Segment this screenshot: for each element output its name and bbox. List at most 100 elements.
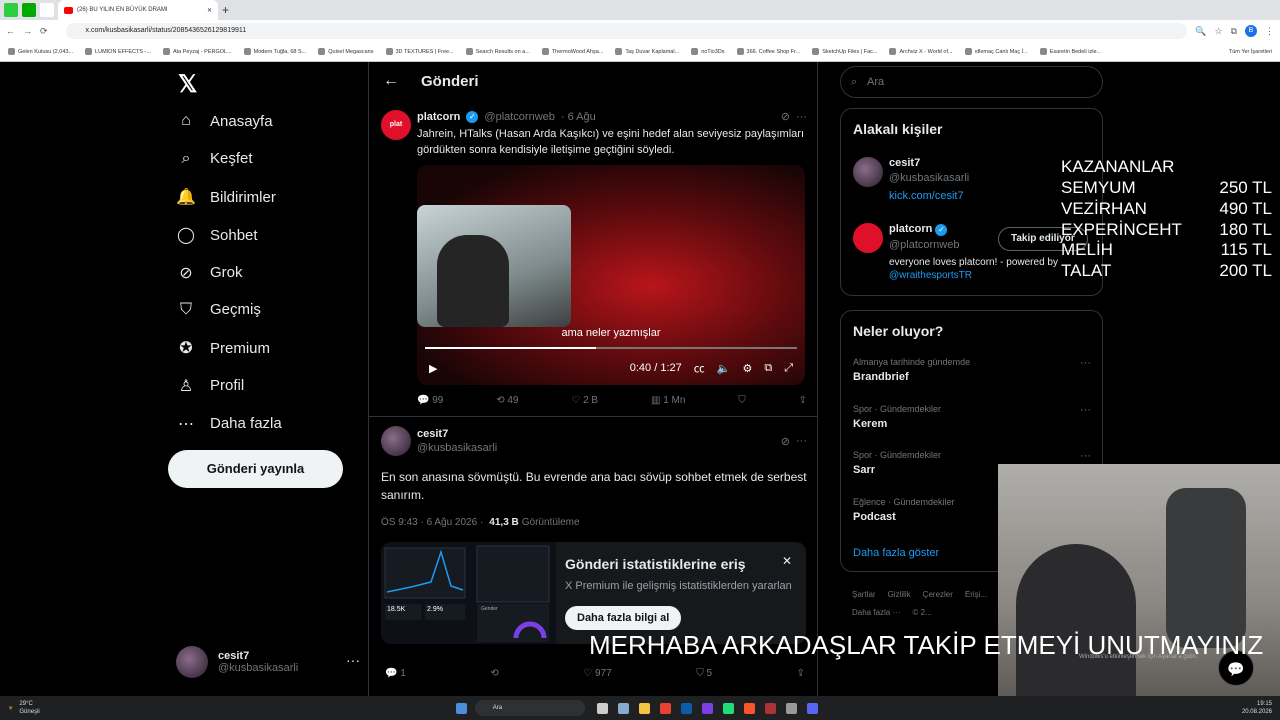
- account-switcher[interactable]: cesit7 @kusbasikasarli ···: [176, 646, 360, 678]
- footer-link[interactable]: © 2...: [912, 604, 931, 622]
- tweet-name[interactable]: cesit7: [417, 428, 497, 440]
- quoted-avatar[interactable]: plat: [381, 110, 411, 140]
- profile-avatar[interactable]: B: [1245, 25, 1257, 37]
- close-tab-icon[interactable]: ✕: [207, 7, 212, 14]
- pip-icon[interactable]: ⧉: [764, 362, 772, 375]
- post-button[interactable]: Gönderi yayınla: [168, 450, 343, 488]
- bookmark-item[interactable]: 3D TEXTURES | Free...: [385, 48, 454, 55]
- bookmark-item[interactable]: ıdlemaç Canlı Maç İ...: [964, 48, 1028, 55]
- reply-button[interactable]: 💬 99: [417, 395, 443, 406]
- bookmark-item[interactable]: LUMION EFFECTS -...: [85, 48, 151, 55]
- search-input[interactable]: ⌕ Ara: [840, 66, 1103, 98]
- bookmark-item[interactable]: noTio3Ds: [691, 48, 725, 55]
- reload-icon[interactable]: ⟳: [40, 26, 48, 37]
- video-player[interactable]: ama neler yazmışlar ▶ 0:40 / 1:27 ㏄ 🔈 ⚙ …: [417, 165, 805, 385]
- bookmark-button[interactable]: ⛉ 5: [696, 668, 712, 679]
- footer-link[interactable]: Şartlar: [852, 586, 876, 604]
- task-view-icon[interactable]: [596, 702, 608, 714]
- brave-icon[interactable]: [743, 702, 755, 714]
- quoted-handle[interactable]: @platcornweb: [484, 111, 554, 123]
- bookmark-item[interactable]: SketchUp Files | Fac...: [812, 48, 877, 55]
- trend-item[interactable]: Spor · Gündemdekiler Kerem ···: [853, 404, 1091, 430]
- active-tab[interactable]: (26) BU YILIN EN BÜYÜK DRAMI ✕: [58, 0, 218, 20]
- settings-icon[interactable]: ⚙: [742, 362, 752, 375]
- all-bookmarks[interactable]: Tüm Yer İşaretleri: [1229, 49, 1272, 55]
- weather-widget[interactable]: 29°C Güneşli: [19, 700, 39, 716]
- bookmark-item[interactable]: Quixel Megascans: [318, 48, 374, 55]
- sidebar-item-geçmiş[interactable]: ⛉ Geçmiş: [176, 301, 261, 319]
- avatar[interactable]: [853, 157, 883, 187]
- back-icon[interactable]: ←: [6, 26, 15, 36]
- url-bar[interactable]: x.com/kusbasikasarli/status/208543652612…: [65, 23, 1188, 39]
- chrome-icon[interactable]: [659, 702, 671, 714]
- bookmark-item[interactable]: 366. Coffee Shop Fr...: [736, 48, 800, 55]
- photoshop-icon[interactable]: [680, 702, 692, 714]
- back-arrow-icon[interactable]: ←: [383, 72, 399, 90]
- repost-button[interactable]: ⟲ 49: [496, 395, 518, 406]
- bookmark-item[interactable]: Archviz X - World of...: [889, 48, 953, 55]
- platcorn-avatar[interactable]: [853, 223, 883, 253]
- bookmark-item[interactable]: Ata Peyzaj - PERGOL...: [162, 48, 232, 55]
- more-dots-icon[interactable]: ···: [796, 435, 807, 447]
- menu-icon[interactable]: ⋮: [1265, 26, 1274, 37]
- more-dots-icon[interactable]: ···: [1080, 450, 1091, 462]
- like-button[interactable]: ♡ 2 B: [571, 395, 598, 406]
- fullscreen-icon[interactable]: ⤢: [784, 362, 793, 375]
- sidebar-item-grok[interactable]: ⊘ Grok: [176, 263, 242, 283]
- sidebar-item-profil[interactable]: ♙ Profil: [176, 376, 244, 396]
- sidebar-item-premium[interactable]: ✪ Premium: [176, 338, 270, 358]
- bookmark-item[interactable]: Gelen Kutusu (2,043...: [8, 48, 73, 55]
- bookmark-item[interactable]: Taş Duvar Kaplamal...: [615, 48, 679, 55]
- x-logo-icon[interactable]: 𝕏: [178, 70, 197, 99]
- learn-more-button[interactable]: Daha fazla bilgi al: [565, 606, 682, 630]
- grok-icon[interactable]: ⊘: [781, 110, 790, 123]
- play-icon[interactable]: ▶: [429, 362, 437, 375]
- captions-icon[interactable]: ㏄: [694, 360, 705, 376]
- footer-link[interactable]: Çerezler: [923, 586, 953, 604]
- footer-link[interactable]: Daha fazla ···: [852, 604, 900, 622]
- bookmark-item[interactable]: Modern Tuğla, 68 S...: [243, 48, 306, 55]
- views-button[interactable]: ▥ 1 Mn: [651, 395, 685, 406]
- bookmark-item[interactable]: Esaretin Bedeli izle...: [1039, 48, 1101, 55]
- grok-icon[interactable]: ⊘: [781, 435, 790, 448]
- discord-icon[interactable]: [806, 702, 818, 714]
- app-icon[interactable]: [701, 702, 713, 714]
- app-icon[interactable]: [722, 702, 734, 714]
- tweet-time[interactable]: ÖS 9:43 · 6 Ağu 2026 ·: [381, 517, 483, 528]
- new-tab-button[interactable]: +: [222, 3, 229, 17]
- show-more-link[interactable]: Daha fazla göster: [853, 547, 939, 559]
- more-dots-icon[interactable]: ···: [1080, 404, 1091, 416]
- pinned-tab[interactable]: [4, 3, 18, 17]
- footer-link[interactable]: Erişi...: [965, 586, 987, 604]
- video-progress[interactable]: [425, 347, 797, 349]
- volume-icon[interactable]: 🔈: [717, 362, 731, 375]
- like-button[interactable]: ♡ 977: [583, 668, 611, 679]
- repost-button[interactable]: ⟲: [490, 668, 498, 679]
- explorer-icon[interactable]: [638, 702, 650, 714]
- forward-icon[interactable]: →: [23, 26, 32, 36]
- more-dots-icon[interactable]: ···: [346, 652, 360, 668]
- reply-button[interactable]: 💬 1: [385, 668, 406, 679]
- bookmark-item[interactable]: ThermoWood Ahşa...: [541, 48, 603, 55]
- sidebar-item-daha-fazla[interactable]: ⋯ Daha fazla: [176, 414, 282, 434]
- tweet-handle[interactable]: @kusbasikasarli: [417, 442, 497, 454]
- sidebar-item-bildirimler[interactable]: 🔔 Bildirimler: [176, 187, 276, 207]
- pinned-tab[interactable]: [22, 3, 36, 17]
- clock[interactable]: 19:15 20.08.2026: [1242, 700, 1272, 716]
- taskbar-search[interactable]: Ara: [474, 700, 585, 716]
- pinned-tab[interactable]: [40, 3, 54, 17]
- sidebar-item-keşfet[interactable]: ⌕ Keşfet: [176, 150, 253, 168]
- close-icon[interactable]: ✕: [782, 554, 792, 568]
- zoom-icon[interactable]: 🔍: [1195, 26, 1206, 37]
- trend-item[interactable]: Almanya tarihinde gündemde Brandbrief ···: [853, 357, 1091, 383]
- quoted-date[interactable]: · 6 Ağu: [561, 111, 596, 123]
- bookmark-item[interactable]: Search Results on a...: [465, 48, 530, 55]
- share-icon[interactable]: ⇪: [797, 668, 805, 679]
- sidebar-item-anasayfa[interactable]: ⌂ Anasayfa: [176, 112, 272, 130]
- quoted-name[interactable]: platcorn: [417, 111, 460, 123]
- windows-start-icon[interactable]: [455, 702, 467, 714]
- app-icon[interactable]: [764, 702, 776, 714]
- extensions-icon[interactable]: ⧉: [1231, 26, 1237, 37]
- copilot-icon[interactable]: [617, 702, 629, 714]
- bookmark-icon[interactable]: ⛉: [738, 395, 746, 406]
